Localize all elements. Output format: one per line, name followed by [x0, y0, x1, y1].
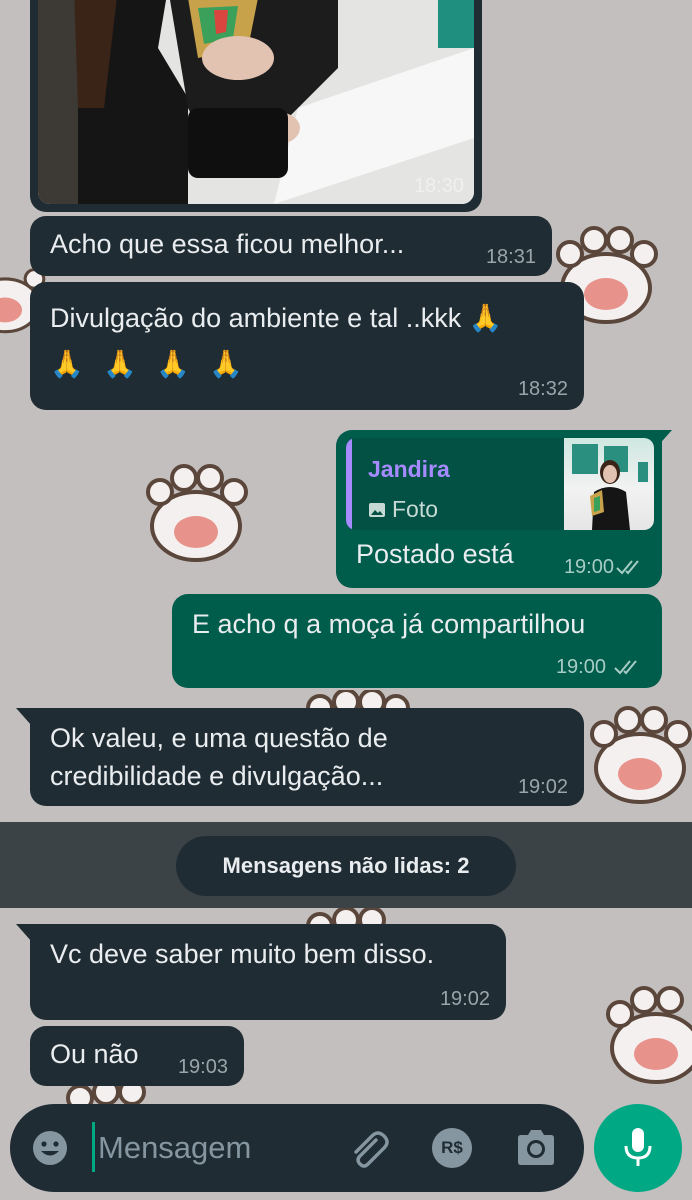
paw-print-decoration [606, 986, 692, 1084]
incoming-message[interactable]: Divulgação do ambiente e tal ..kkk 🙏 🙏 🙏… [30, 282, 584, 410]
incoming-image-message[interactable]: 18:30 [30, 0, 482, 212]
message-text: Postado está [356, 539, 514, 569]
quoted-message[interactable]: Jandira Foto [346, 438, 654, 530]
message-text: Ou não [50, 1039, 139, 1069]
voice-record-button[interactable] [594, 1104, 682, 1192]
paw-print-decoration [146, 464, 248, 562]
message-time: 19:00 [563, 556, 614, 578]
incoming-message[interactable]: Acho que essa ficou melhor... 18:31 [30, 216, 552, 276]
message-time: 18:31 [485, 246, 536, 268]
message-time: 19:03 [177, 1056, 228, 1078]
shared-photo[interactable] [38, 0, 474, 204]
message-text: 🙏 🙏 🙏 🙏 [50, 349, 249, 379]
photo-content [38, 0, 474, 204]
attach-icon[interactable] [346, 1128, 390, 1170]
camera-icon[interactable] [514, 1128, 558, 1168]
message-text: Ok valeu, e uma questão de [50, 723, 388, 753]
message-time: 19:02 [439, 988, 490, 1010]
quote-accent-bar [346, 438, 352, 530]
read-receipt-icon [614, 660, 637, 675]
message-text: E acho q a moça já compartilhou [192, 609, 586, 639]
incoming-message[interactable]: Ou não 19:03 [30, 1026, 244, 1086]
message-time: 19:02 [517, 776, 568, 798]
message-text: Vc deve saber muito bem disso. [50, 939, 435, 969]
emoji-icon[interactable] [30, 1128, 70, 1168]
message-text: credibilidade e divulgação... [50, 761, 384, 791]
incoming-message[interactable]: Vc deve saber muito bem disso. 19:02 [30, 924, 506, 1020]
outgoing-reply-message[interactable]: Jandira Foto Postado está 19:00 [336, 430, 662, 588]
message-text: Acho que essa ficou melhor... [50, 229, 405, 259]
photo-icon [369, 503, 385, 517]
payment-icon[interactable]: R$ [432, 1128, 472, 1168]
message-composer: R$ [10, 1104, 584, 1192]
mic-icon [624, 1128, 652, 1166]
unread-messages-label: Mensagens não lidas: 2 [176, 836, 516, 896]
message-time: 19:00 [555, 656, 606, 678]
message-input[interactable] [94, 1124, 338, 1172]
quoted-photo-thumbnail [564, 438, 654, 530]
message-time: 18:30 [413, 175, 464, 197]
message-text: Divulgação do ambiente e tal ..kkk 🙏 [50, 303, 503, 333]
paw-print-decoration [590, 706, 692, 804]
quoted-type-label: Foto [392, 496, 439, 522]
read-receipt-icon [616, 560, 639, 575]
incoming-message[interactable]: Ok valeu, e uma questão de credibilidade… [30, 708, 584, 806]
outgoing-message[interactable]: E acho q a moça já compartilhou 19:00 [172, 594, 662, 688]
quoted-type: Foto [368, 496, 438, 523]
quoted-author: Jandira [368, 456, 450, 482]
message-time: 18:32 [517, 378, 568, 400]
